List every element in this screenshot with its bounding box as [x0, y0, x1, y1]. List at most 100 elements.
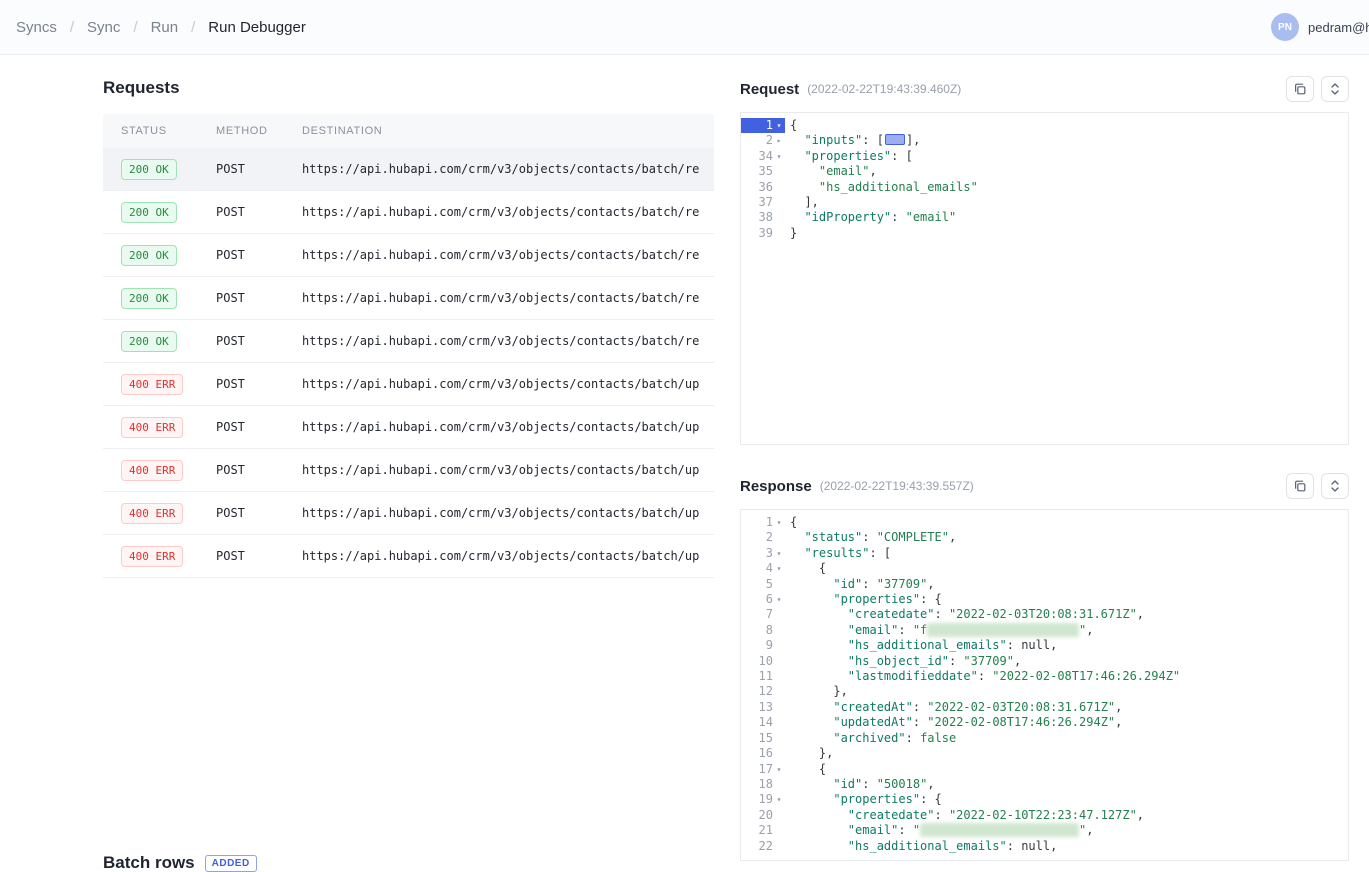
request-title: Request	[740, 81, 799, 98]
folded-range-widget[interactable]	[885, 134, 905, 145]
line-number: 18	[741, 777, 785, 792]
breadcrumb-sync[interactable]: Sync	[87, 19, 120, 36]
method-cell: POST	[198, 291, 284, 305]
code-content: "lastmodifieddate": "2022-02-08T17:46:26…	[785, 669, 1180, 684]
breadcrumb-run[interactable]: Run	[151, 19, 179, 36]
expand-collapse-button[interactable]	[1321, 473, 1349, 499]
line-number-foldable[interactable]: 34▾	[741, 149, 785, 164]
line-number-foldable[interactable]: 3▾	[741, 546, 785, 561]
response-code-editor[interactable]: 1▾{2 "status": "COMPLETE",3▾ "results": …	[740, 509, 1349, 861]
batch-rows-section: Batch rows ADDED	[103, 853, 257, 872]
code-line: 22 "hs_additional_emails": null,	[741, 839, 1348, 854]
copy-icon	[1293, 479, 1307, 493]
request-row[interactable]: 400 ERRPOSThttps://api.hubapi.com/crm/v3…	[103, 492, 714, 535]
line-number-foldable[interactable]: 17▾	[741, 762, 785, 777]
request-code-editor[interactable]: 1▾{2▸ "inputs": [],34▾ "properties": [35…	[740, 112, 1349, 445]
fold-collapse-icon[interactable]: ▾	[773, 561, 785, 576]
line-number-foldable[interactable]: 1▾	[741, 515, 785, 530]
requests-table-header: STATUS METHOD DESTINATION	[103, 114, 714, 148]
response-panel: Response (2022-02-22T19:43:39.557Z) 1▾{2…	[740, 472, 1349, 861]
code-line: 38 "idProperty": "email"	[741, 210, 1348, 225]
line-number: 11	[741, 669, 785, 684]
line-number: 36	[741, 180, 785, 195]
destination-cell: https://api.hubapi.com/crm/v3/objects/co…	[284, 420, 714, 434]
code-content: "properties": [	[785, 149, 913, 164]
breadcrumb-separator: /	[133, 19, 137, 36]
request-row[interactable]: 400 ERRPOSThttps://api.hubapi.com/crm/v3…	[103, 406, 714, 449]
line-number-foldable[interactable]: 6▾	[741, 592, 785, 607]
line-number-foldable[interactable]: 2▸	[741, 133, 785, 148]
expand-collapse-button[interactable]	[1321, 76, 1349, 102]
code-line: 14 "updatedAt": "2022-02-08T17:46:26.294…	[741, 715, 1348, 730]
fold-collapse-icon[interactable]: ▾	[773, 149, 785, 164]
status-cell: 200 OK	[103, 288, 198, 309]
code-content: "updatedAt": "2022-02-08T17:46:26.294Z",	[785, 715, 1122, 730]
breadcrumb: Syncs / Sync / Run / Run Debugger	[16, 19, 306, 36]
code-line: 10 "hs_object_id": "37709",	[741, 654, 1348, 669]
fold-collapse-icon[interactable]: ▾	[773, 792, 785, 807]
code-content: {	[785, 762, 826, 777]
line-number: 37	[741, 195, 785, 210]
request-row[interactable]: 200 OKPOSThttps://api.hubapi.com/crm/v3/…	[103, 320, 714, 363]
code-line: 15 "archived": false	[741, 731, 1348, 746]
code-content: "id": "37709",	[785, 577, 935, 592]
line-number-foldable[interactable]: 4▾	[741, 561, 785, 576]
requests-table: STATUS METHOD DESTINATION 200 OKPOSThttp…	[103, 114, 714, 578]
line-number: 10	[741, 654, 785, 669]
code-line: 8 "email": "f ",	[741, 623, 1348, 638]
response-title: Response	[740, 478, 812, 495]
status-cell: 200 OK	[103, 245, 198, 266]
request-row[interactable]: 200 OKPOSThttps://api.hubapi.com/crm/v3/…	[103, 277, 714, 320]
line-number: 38	[741, 210, 785, 225]
destination-cell: https://api.hubapi.com/crm/v3/objects/co…	[284, 205, 714, 219]
response-panel-header: Response (2022-02-22T19:43:39.557Z)	[740, 472, 1349, 500]
code-content: {	[785, 515, 797, 530]
code-content: "hs_additional_emails": null,	[785, 839, 1057, 854]
code-line: 3▾ "results": [	[741, 546, 1348, 561]
line-number-foldable[interactable]: 19▾	[741, 792, 785, 807]
code-line: 1▾{	[741, 515, 1348, 530]
code-content: "email": " ",	[785, 823, 1093, 838]
code-line: 19▾ "properties": {	[741, 792, 1348, 807]
fold-expand-icon[interactable]: ▸	[773, 133, 785, 148]
code-content: "inputs": [],	[785, 133, 920, 148]
code-content: {	[785, 561, 826, 576]
request-panel-actions	[1286, 76, 1349, 102]
code-line: 13 "createdAt": "2022-02-03T20:08:31.671…	[741, 700, 1348, 715]
status-badge: 400 ERR	[121, 417, 183, 438]
code-content: ],	[785, 195, 819, 210]
line-number: 20	[741, 808, 785, 823]
fold-collapse-icon[interactable]: ▾	[773, 546, 785, 561]
line-number: 14	[741, 715, 785, 730]
avatar[interactable]: PN	[1271, 13, 1299, 41]
request-row[interactable]: 200 OKPOSThttps://api.hubapi.com/crm/v3/…	[103, 148, 714, 191]
code-line: 5 "id": "37709",	[741, 577, 1348, 592]
line-number: 15	[741, 731, 785, 746]
method-cell: POST	[198, 248, 284, 262]
fold-collapse-icon[interactable]: ▾	[773, 592, 785, 607]
code-line: 2 "status": "COMPLETE",	[741, 530, 1348, 545]
request-row[interactable]: 400 ERRPOSThttps://api.hubapi.com/crm/v3…	[103, 363, 714, 406]
breadcrumb-separator: /	[191, 19, 195, 36]
code-content: "status": "COMPLETE",	[785, 530, 956, 545]
code-line: 9 "hs_additional_emails": null,	[741, 638, 1348, 653]
copy-button[interactable]	[1286, 473, 1314, 499]
code-content: "id": "50018",	[785, 777, 935, 792]
request-row[interactable]: 400 ERRPOSThttps://api.hubapi.com/crm/v3…	[103, 535, 714, 578]
code-content: "hs_additional_emails": null,	[785, 638, 1057, 653]
request-row[interactable]: 200 OKPOSThttps://api.hubapi.com/crm/v3/…	[103, 234, 714, 277]
breadcrumb-syncs[interactable]: Syncs	[16, 19, 57, 36]
fold-collapse-icon[interactable]: ▾	[773, 762, 785, 777]
fold-collapse-icon[interactable]: ▾	[773, 515, 785, 530]
fold-collapse-icon[interactable]: ▾	[773, 118, 785, 133]
user-menu[interactable]: PN pedram@hig	[1271, 13, 1369, 41]
code-content: }	[785, 226, 797, 241]
request-timestamp: (2022-02-22T19:43:39.460Z)	[807, 82, 961, 96]
request-row[interactable]: 400 ERRPOSThttps://api.hubapi.com/crm/v3…	[103, 449, 714, 492]
request-row[interactable]: 200 OKPOSThttps://api.hubapi.com/crm/v3/…	[103, 191, 714, 234]
line-number-foldable[interactable]: 1▾	[741, 118, 785, 133]
copy-button[interactable]	[1286, 76, 1314, 102]
code-content: "idProperty": "email"	[785, 210, 956, 225]
status-cell: 200 OK	[103, 202, 198, 223]
added-badge: ADDED	[205, 855, 257, 872]
